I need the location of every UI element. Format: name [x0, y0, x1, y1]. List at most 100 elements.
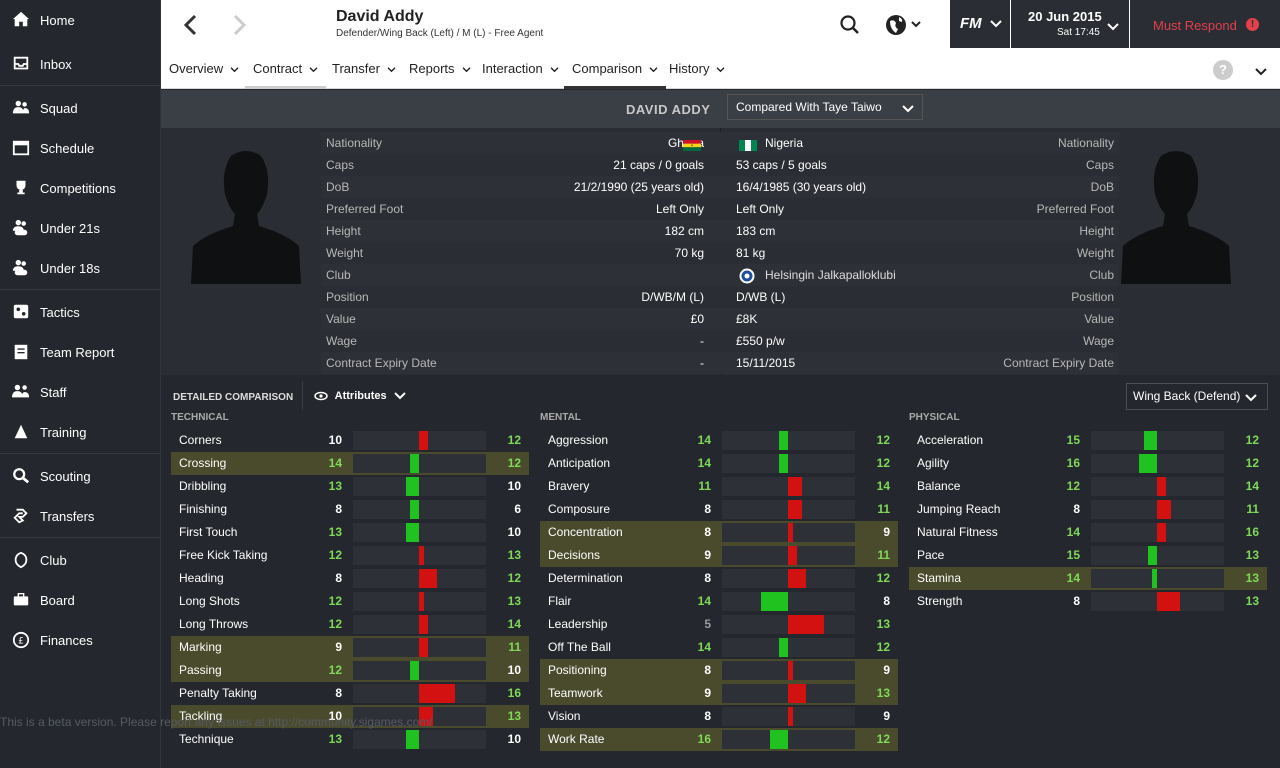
tab-overview[interactable]: Overview: [161, 52, 247, 89]
attribute-row-long-shots[interactable]: Long Shots 12 13: [171, 590, 529, 613]
comparison-bar-fill: [788, 546, 797, 565]
sidebar-item-staff[interactable]: Staff: [0, 372, 160, 412]
sidebar-item-home[interactable]: Home: [0, 0, 160, 40]
attribute-row-balance[interactable]: Balance 12 14: [909, 475, 1267, 498]
attribute-row-off-the-ball[interactable]: Off The Ball 14 12: [540, 636, 898, 659]
attribute-row-concentration[interactable]: Concentration 8 9: [540, 521, 898, 544]
attribute-row-strength[interactable]: Strength 8 13: [909, 590, 1267, 613]
comparison-bar: [353, 684, 486, 703]
globe-icon[interactable]: [884, 13, 924, 42]
sidebar-item-club[interactable]: Club: [0, 540, 160, 580]
sidebar-item-training[interactable]: Training: [0, 412, 160, 452]
role-select[interactable]: Wing Back (Defend): [1126, 383, 1268, 410]
forward-arrow-icon[interactable]: [227, 12, 251, 40]
attribute-row-vision[interactable]: Vision 8 9: [540, 705, 898, 728]
attribute-row-composure[interactable]: Composure 8 11: [540, 498, 898, 521]
attribute-value-player: 13: [328, 525, 342, 539]
tab-reports[interactable]: Reports: [401, 52, 479, 89]
attribute-row-passing[interactable]: Passing 12 10: [171, 659, 529, 682]
back-arrow-icon[interactable]: [179, 12, 203, 40]
attribute-row-jumping-reach[interactable]: Jumping Reach 8 11: [909, 498, 1267, 521]
comparison-bar-fill: [788, 707, 793, 726]
attribute-name: Positioning: [548, 663, 607, 677]
attribute-value-player: 12: [328, 594, 342, 608]
attribute-row-bravery[interactable]: Bravery 11 14: [540, 475, 898, 498]
attribute-row-long-throws[interactable]: Long Throws 12 14: [171, 613, 529, 636]
attribute-row-technique[interactable]: Technique 13 10: [171, 728, 529, 751]
info-value-player: Ghana: [461, 132, 704, 154]
comparison-bar-fill: [419, 592, 424, 611]
help-icon[interactable]: ?: [1213, 60, 1233, 80]
sidebar-item-under-18s[interactable]: Under 18s: [0, 248, 160, 288]
attribute-row-pace[interactable]: Pace 15 13: [909, 544, 1267, 567]
sidebar-item-scouting[interactable]: Scouting: [0, 456, 160, 496]
search-icon[interactable]: [839, 14, 861, 41]
comparison-bar-fill: [788, 615, 824, 634]
sidebar-item-squad[interactable]: Squad: [0, 88, 160, 128]
attribute-row-penalty-taking[interactable]: Penalty Taking 8 16: [171, 682, 529, 705]
sidebar-item-inbox[interactable]: Inbox: [0, 44, 160, 84]
attribute-row-acceleration[interactable]: Acceleration 15 12: [909, 429, 1267, 452]
comparison-bar-fill: [788, 500, 802, 519]
comparison-bar: [353, 592, 486, 611]
chevron-down-icon: [1107, 19, 1119, 37]
must-respond-button[interactable]: Must Respond !: [1130, 0, 1280, 48]
attribute-row-teamwork[interactable]: Teamwork 9 13: [540, 682, 898, 705]
tab-history[interactable]: History: [661, 52, 733, 89]
attribute-value-compared: 6: [514, 502, 521, 516]
attribute-value-compared: 9: [883, 525, 890, 539]
attribute-row-first-touch[interactable]: First Touch 13 10: [171, 521, 529, 544]
attribute-row-free-kick-taking[interactable]: Free Kick Taking 12 13: [171, 544, 529, 567]
sidebar-item-tactics[interactable]: Tactics: [0, 292, 160, 332]
attribute-value-player: 10: [328, 433, 342, 447]
fm-menu-button[interactable]: FM: [950, 0, 1010, 48]
date-continue-button[interactable]: 20 Jun 2015 Sat 17:45: [1011, 0, 1129, 48]
detailed-comparison-panel: DETAILED COMPARISON TECHNICAL MENTAL PHY…: [161, 375, 1280, 768]
attribute-row-agility[interactable]: Agility 16 12: [909, 452, 1267, 475]
sidebar-item-team-report[interactable]: Team Report: [0, 332, 160, 372]
attribute-row-positioning[interactable]: Positioning 8 9: [540, 659, 898, 682]
attribute-row-finishing[interactable]: Finishing 8 6: [171, 498, 529, 521]
attribute-row-decisions[interactable]: Decisions 9 11: [540, 544, 898, 567]
attribute-value-compared: 10: [507, 732, 521, 746]
info-value-player: [461, 264, 704, 286]
attribute-row-natural-fitness[interactable]: Natural Fitness 14 16: [909, 521, 1267, 544]
attribute-row-flair[interactable]: Flair 14 8: [540, 590, 898, 613]
compare-with-select[interactable]: Compared With Taye Taiwo: [727, 94, 923, 120]
sidebar-item-schedule[interactable]: Schedule: [0, 128, 160, 168]
attribute-row-leadership[interactable]: Leadership 5 13: [540, 613, 898, 636]
attribute-row-dribbling[interactable]: Dribbling 13 10: [171, 475, 529, 498]
tab-comparison[interactable]: Comparison: [564, 52, 667, 89]
sidebar-item-board[interactable]: Board: [0, 580, 160, 620]
attribute-row-heading[interactable]: Heading 8 12: [171, 567, 529, 590]
attribute-row-aggression[interactable]: Aggression 14 12: [540, 429, 898, 452]
attributes-select[interactable]: Attributes: [314, 390, 406, 402]
attribute-row-work-rate[interactable]: Work Rate 16 12: [540, 728, 898, 751]
sidebar-item-under-21s[interactable]: Under 21s: [0, 208, 160, 248]
attribute-name: Passing: [179, 663, 222, 677]
sidebar-item-finances[interactable]: £ Finances: [0, 620, 160, 660]
attributes-label: Attributes: [334, 390, 387, 402]
sidebar-item-label: Home: [40, 12, 75, 28]
tab-interaction[interactable]: Interaction: [474, 52, 567, 89]
attribute-row-determination[interactable]: Determination 8 12: [540, 567, 898, 590]
compared-player-silhouette-icon: [1121, 146, 1231, 284]
chevron-down-icon[interactable]: [1255, 64, 1267, 82]
sidebar-item-transfers[interactable]: Transfers: [0, 496, 160, 536]
attribute-row-crossing[interactable]: Crossing 14 12: [171, 452, 529, 475]
info-value-compared: Helsingin Jalkapalloklubi: [765, 268, 896, 282]
attribute-row-corners[interactable]: Corners 10 12: [171, 429, 529, 452]
fm-logo: FM: [960, 15, 982, 32]
attribute-value-compared: 12: [876, 640, 890, 654]
sidebar-item-competitions[interactable]: Competitions: [0, 168, 160, 208]
attribute-row-marking[interactable]: Marking 9 11: [171, 636, 529, 659]
info-label: Position: [326, 290, 369, 304]
tab-contract[interactable]: Contract: [245, 52, 327, 89]
attribute-row-anticipation[interactable]: Anticipation 14 12: [540, 452, 898, 475]
comparison-bar: [1091, 477, 1224, 496]
tab-transfer[interactable]: Transfer: [324, 52, 404, 89]
attribute-row-stamina[interactable]: Stamina 14 13: [909, 567, 1267, 590]
attribute-name: Acceleration: [917, 433, 984, 447]
app-window: Home Inbox Squad Schedule Competitions Under …: [0, 0, 1280, 768]
attribute-name: Off The Ball: [548, 640, 611, 654]
